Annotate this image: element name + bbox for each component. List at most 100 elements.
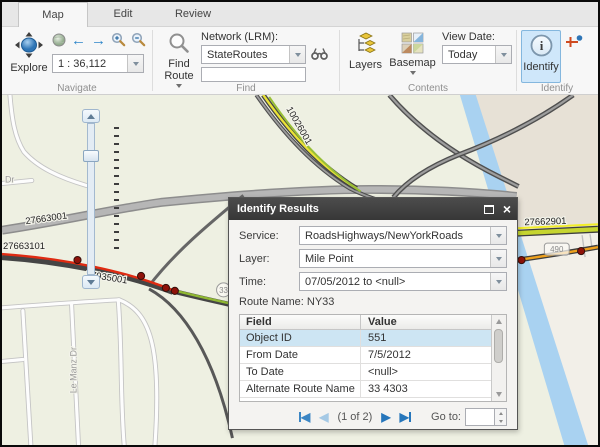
zoom-out-icon[interactable] xyxy=(131,32,146,50)
contents-group-label: Contents xyxy=(340,83,516,94)
close-icon[interactable]: × xyxy=(503,204,511,214)
service-combobox[interactable]: RoadsHighways/NewYorkRoads xyxy=(299,226,507,245)
explore-button[interactable]: Explore xyxy=(6,30,52,82)
zoom-slider-minus-button[interactable] xyxy=(82,275,100,289)
table-row[interactable]: From Date 7/5/2012 xyxy=(240,347,491,364)
layer-combobox[interactable]: Mile Point xyxy=(299,249,507,268)
time-label: Time: xyxy=(239,276,299,288)
time-value: 07/05/2012 to <null> xyxy=(300,276,490,288)
ribbon-tabbar: Map Edit Review xyxy=(2,2,598,27)
basemap-button[interactable]: Basemap xyxy=(387,30,438,82)
street-label-le-manz-dr: Le Manz Dr xyxy=(69,347,79,393)
time-combobox[interactable]: 07/05/2012 to <null> xyxy=(299,272,507,291)
page-indicator: (1 of 2) xyxy=(337,411,372,423)
find-route-button[interactable]: Find Route xyxy=(157,30,201,82)
view-date-value: Today xyxy=(443,49,495,61)
identify-route-measure-button[interactable] xyxy=(561,30,583,82)
goto-label: Go to: xyxy=(431,411,461,423)
tab-edit[interactable]: Edit xyxy=(88,2,158,26)
tab-review[interactable]: Review xyxy=(158,2,228,26)
group-find: Find Route Network (LRM): StateRoutes xyxy=(153,27,339,94)
measure-crosshair-icon xyxy=(565,41,583,53)
zoom-slider-plus-button[interactable] xyxy=(82,109,100,123)
first-page-button[interactable]: ◀ xyxy=(299,410,310,424)
maximize-icon[interactable] xyxy=(484,205,494,214)
group-identify: i Identify xyxy=(517,27,597,94)
layers-icon xyxy=(354,32,378,59)
identify-results-dialog: Identify Results × Service: RoadsHighway… xyxy=(228,197,518,430)
globe-icon[interactable] xyxy=(52,33,66,50)
chevron-down-icon[interactable] xyxy=(490,250,506,267)
table-row[interactable]: Object ID 551 xyxy=(240,330,491,347)
route-name-label: Route Name: xyxy=(239,296,304,308)
navigate-group-label: Navigate xyxy=(2,83,152,94)
street-casings xyxy=(2,95,157,445)
layers-label: Layers xyxy=(349,59,382,71)
group-navigate: Explore ← → xyxy=(2,27,152,94)
basemap-icon xyxy=(401,32,424,57)
map-zoom-slider[interactable] xyxy=(82,109,100,289)
service-value: RoadsHighways/NewYorkRoads xyxy=(300,230,490,242)
next-page-button[interactable]: ▶ xyxy=(381,410,390,424)
identify-group-label: Identify xyxy=(517,83,597,94)
find-route-input[interactable] xyxy=(201,67,306,82)
chevron-down-icon[interactable] xyxy=(490,273,506,290)
map-canvas[interactable]: 490 33 27663001 27663101 27935001 276629… xyxy=(2,95,598,445)
explore-label: Explore xyxy=(10,62,47,74)
goto-spinner[interactable] xyxy=(495,408,507,426)
last-page-button[interactable]: ▶ xyxy=(400,410,411,424)
group-contents: Layers xyxy=(340,27,516,94)
layers-button[interactable]: Layers xyxy=(344,30,387,82)
previous-page-button[interactable]: ◀ xyxy=(319,410,328,424)
interstate-490-shield: 490 xyxy=(550,245,564,254)
scrollbar-thumb[interactable] xyxy=(494,329,503,363)
identify-button[interactable]: i Identify xyxy=(521,30,561,83)
ribbon: Map Edit Review xyxy=(2,2,598,95)
attributes-table: Field Value Object ID 551 From Date 7/5/… xyxy=(239,314,507,402)
table-row[interactable]: To Date <null> xyxy=(240,364,491,381)
table-scrollbar[interactable] xyxy=(491,315,506,401)
chevron-down-icon[interactable] xyxy=(495,46,511,63)
zoom-slider-handle[interactable] xyxy=(83,150,99,162)
street-label-dr: Dr xyxy=(5,174,14,184)
zoom-in-icon[interactable] xyxy=(111,32,126,50)
service-label: Service: xyxy=(239,230,299,242)
map-scale-combobox[interactable]: 1 : 36,112 xyxy=(52,54,144,73)
find-group-label: Find xyxy=(153,83,339,94)
scroll-down-icon[interactable] xyxy=(492,389,506,400)
map-scale-value: 1 : 36,112 xyxy=(53,58,127,70)
chevron-down-icon[interactable] xyxy=(127,55,143,72)
dialog-titlebar[interactable]: Identify Results × xyxy=(229,198,517,220)
find-route-label-2: Route xyxy=(164,70,193,82)
basemap-label: Basemap xyxy=(389,57,435,69)
tab-map[interactable]: Map xyxy=(18,2,88,27)
field-column-header: Field xyxy=(240,315,360,329)
view-date-label: View Date: xyxy=(442,31,512,43)
scroll-up-icon[interactable] xyxy=(492,316,506,327)
chevron-down-icon[interactable] xyxy=(490,227,506,244)
chevron-down-icon[interactable] xyxy=(289,46,305,63)
app-window: Map Edit Review xyxy=(0,0,600,447)
route-label-27663101: 27663101 xyxy=(3,241,45,252)
network-lrm-value: StateRoutes xyxy=(202,49,289,61)
zoom-slider-track[interactable] xyxy=(87,123,95,275)
svg-text:i: i xyxy=(539,38,543,53)
goto-page-input[interactable] xyxy=(465,408,495,426)
table-row[interactable]: Alternate Route Name 33 4303 xyxy=(240,381,491,398)
network-lrm-combobox[interactable]: StateRoutes xyxy=(201,45,306,64)
identify-label: Identify xyxy=(523,61,558,73)
pagination-bar: ◀ ◀ (1 of 2) ▶ ▶ Go to: xyxy=(239,405,507,429)
view-date-combobox[interactable]: Today xyxy=(442,45,512,64)
basemap-dropdown-icon xyxy=(410,71,416,75)
network-lrm-label: Network (LRM): xyxy=(201,31,328,43)
identify-icon: i xyxy=(529,33,554,61)
route-yellow-steep xyxy=(263,95,360,191)
layer-label: Layer: xyxy=(239,253,299,265)
value-column-header: Value xyxy=(360,315,491,329)
binoculars-icon[interactable] xyxy=(311,47,328,63)
back-arrow-icon[interactable]: ← xyxy=(71,34,86,48)
forward-arrow-icon[interactable]: → xyxy=(91,34,106,48)
route-name-value: NY33 xyxy=(307,296,335,308)
find-route-label-1: Find xyxy=(168,58,189,70)
layer-value: Mile Point xyxy=(300,253,490,265)
